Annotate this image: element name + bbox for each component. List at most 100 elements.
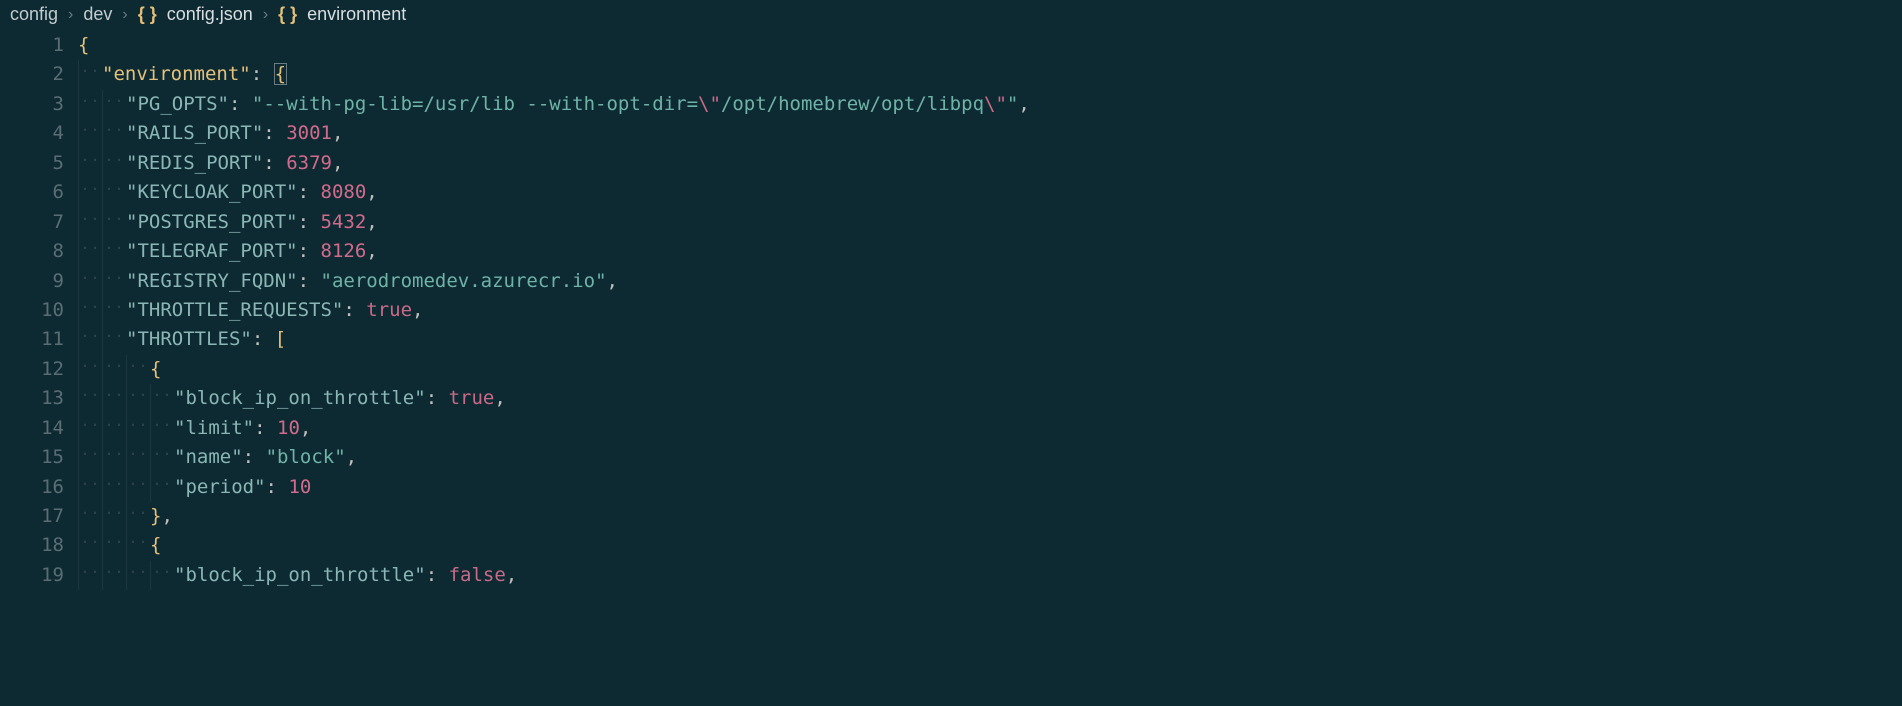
indent-guide [126, 561, 150, 590]
line-number[interactable]: 13 [0, 384, 78, 413]
code-line[interactable]: 19 "block_ip_on_throttle": false, [0, 561, 1902, 590]
line-number[interactable]: 2 [0, 60, 78, 89]
code-line[interactable]: 12 { [0, 355, 1902, 384]
string-quote: " [266, 446, 277, 468]
indent-guide [126, 502, 150, 531]
line-number[interactable]: 3 [0, 90, 78, 119]
cursor-brace-token: { [274, 63, 287, 85]
code-line[interactable]: 4 "RAILS_PORT": 3001, [0, 119, 1902, 148]
line-number[interactable]: 5 [0, 149, 78, 178]
indent-guide [78, 267, 102, 296]
breadcrumb-item-config[interactable]: config [10, 4, 58, 25]
indent-guide [102, 561, 126, 590]
code-content[interactable]: "THROTTLES": [ [126, 325, 286, 354]
colon-token: : [243, 446, 266, 468]
colon-token: : [298, 211, 321, 233]
code-content[interactable]: "THROTTLE_REQUESTS": true, [126, 296, 423, 325]
code-line[interactable]: 8 "TELEGRAF_PORT": 8126, [0, 237, 1902, 266]
colon-token: : [263, 152, 286, 174]
code-content[interactable]: "POSTGRES_PORT": 5432, [126, 208, 378, 237]
line-number[interactable]: 4 [0, 119, 78, 148]
line-number[interactable]: 6 [0, 178, 78, 207]
line-number[interactable]: 10 [0, 296, 78, 325]
colon-token: : [426, 387, 449, 409]
json-key: "period" [174, 476, 266, 498]
indent-guide [78, 296, 102, 325]
indent-guide [78, 325, 102, 354]
code-content[interactable]: }, [150, 502, 173, 531]
code-content[interactable]: { [150, 531, 161, 560]
code-line[interactable]: 17}, [0, 502, 1902, 531]
line-number[interactable]: 14 [0, 414, 78, 443]
brace-token: } [150, 505, 161, 527]
punct-token: , [332, 152, 343, 174]
colon-token: : [343, 299, 366, 321]
indent-guide [78, 473, 102, 502]
editor-root: config › dev › { } config.json › { } env… [0, 0, 1902, 706]
code-content[interactable]: { [78, 31, 89, 60]
line-number[interactable]: 1 [0, 31, 78, 60]
code-content[interactable]: "block_ip_on_throttle": false, [174, 561, 517, 590]
code-content[interactable]: "REDIS_PORT": 6379, [126, 149, 343, 178]
line-number[interactable]: 8 [0, 237, 78, 266]
code-editor[interactable]: 1{2"environment": {3"PG_OPTS": "--with-p… [0, 31, 1902, 706]
indent-guide [78, 531, 102, 560]
colon-token: : [298, 181, 321, 203]
code-content[interactable]: { [150, 355, 161, 384]
code-content[interactable]: "REGISTRY_FQDN": "aerodromedev.azurecr.i… [126, 267, 618, 296]
punct-token: , [161, 505, 172, 527]
code-content[interactable]: "limit": 10, [174, 414, 311, 443]
number-token: 10 [288, 476, 311, 498]
line-number[interactable]: 9 [0, 267, 78, 296]
indent-guide [126, 384, 150, 413]
code-content[interactable]: "KEYCLOAK_PORT": 8080, [126, 178, 378, 207]
code-content[interactable]: "block_ip_on_throttle": true, [174, 384, 506, 413]
code-content[interactable]: "RAILS_PORT": 3001, [126, 119, 343, 148]
indent-guide [102, 119, 126, 148]
breadcrumb-item-symbol[interactable]: environment [307, 4, 406, 25]
line-number[interactable]: 17 [0, 502, 78, 531]
code-line[interactable]: 2 "environment": { [0, 60, 1902, 89]
line-number[interactable]: 11 [0, 325, 78, 354]
brace-token: { [150, 534, 161, 556]
indent-guide [78, 561, 102, 590]
code-content[interactable]: "TELEGRAF_PORT": 8126, [126, 237, 378, 266]
json-key: "block_ip_on_throttle" [174, 387, 426, 409]
colon-token: : [263, 122, 286, 144]
indent-guide [78, 384, 102, 413]
code-content[interactable]: "name": "block", [174, 443, 357, 472]
indent-guide [150, 561, 174, 590]
line-number[interactable]: 19 [0, 561, 78, 590]
json-key: "name" [174, 446, 243, 468]
code-line[interactable]: 5 "REDIS_PORT": 6379, [0, 149, 1902, 178]
colon-token: : [266, 476, 289, 498]
code-line[interactable]: 6 "KEYCLOAK_PORT": 8080, [0, 178, 1902, 207]
indent-guide [78, 149, 102, 178]
code-line[interactable]: 16 "period": 10 [0, 473, 1902, 502]
line-number[interactable]: 15 [0, 443, 78, 472]
code-line[interactable]: 7 "POSTGRES_PORT": 5432, [0, 208, 1902, 237]
code-line[interactable]: 11 "THROTTLES": [ [0, 325, 1902, 354]
breadcrumb-item-file[interactable]: config.json [167, 4, 253, 25]
code-line[interactable]: 13 "block_ip_on_throttle": true, [0, 384, 1902, 413]
code-line[interactable]: 9 "REGISTRY_FQDN": "aerodromedev.azurecr.… [0, 267, 1902, 296]
brace-token: { [78, 34, 89, 56]
code-line[interactable]: 18 { [0, 531, 1902, 560]
json-braces-icon: { } [138, 4, 157, 25]
indent-guide [126, 531, 150, 560]
code-content[interactable]: "period": 10 [174, 473, 311, 502]
line-number[interactable]: 12 [0, 355, 78, 384]
indent-guide [78, 90, 102, 119]
code-line[interactable]: 14 "limit": 10, [0, 414, 1902, 443]
code-content[interactable]: "PG_OPTS": "--with-pg-lib=/usr/lib --wit… [126, 90, 1030, 119]
code-line[interactable]: 1{ [0, 31, 1902, 60]
line-number[interactable]: 18 [0, 531, 78, 560]
code-line[interactable]: 10 "THROTTLE_REQUESTS": true, [0, 296, 1902, 325]
breadcrumb-item-dev[interactable]: dev [83, 4, 112, 25]
code-content[interactable]: "environment": { [102, 60, 287, 89]
code-line[interactable]: 15 "name": "block", [0, 443, 1902, 472]
code-line[interactable]: 3 "PG_OPTS": "--with-pg-lib=/usr/lib --wi… [0, 90, 1902, 119]
line-number[interactable]: 16 [0, 473, 78, 502]
punct-token: , [1018, 93, 1029, 115]
line-number[interactable]: 7 [0, 208, 78, 237]
